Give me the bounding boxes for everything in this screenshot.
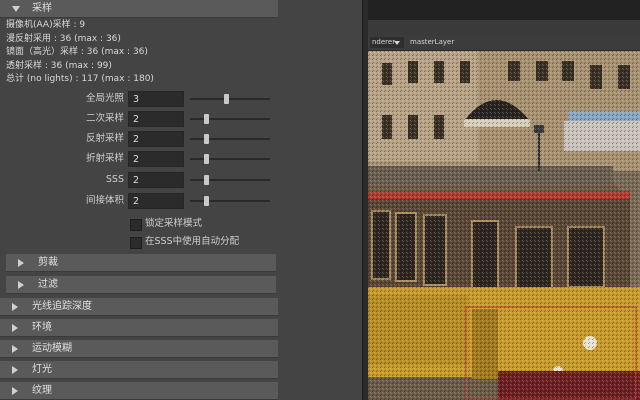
chevron-right-icon — [12, 387, 18, 395]
section-motion-blur[interactable]: 运动模糊 — [0, 340, 278, 358]
section-texture[interactable]: 纹理 — [0, 382, 278, 400]
rendered-image — [368, 51, 640, 400]
section-motion-blur-label: 运动模糊 — [32, 343, 72, 354]
viewport-toolbar: nderer masterLayer — [368, 36, 640, 51]
section-filter-label: 过滤 — [38, 279, 58, 290]
sss-samples-slider[interactable] — [190, 179, 270, 181]
chevron-right-icon — [12, 303, 18, 311]
secondary-samples-input[interactable]: 2 — [128, 111, 184, 127]
sss-label: SSS — [105, 174, 124, 185]
tram-scene-render — [368, 51, 640, 400]
stat-total: 总计 (no lights) : 117 (max : 180) — [6, 74, 154, 84]
section-environment[interactable]: 环境 — [0, 319, 278, 337]
chevron-right-icon — [12, 345, 18, 353]
chevron-right-icon — [18, 281, 24, 289]
sss-auto-label: 在SSS中使用自动分配 — [145, 236, 240, 247]
section-lights-label: 灯光 — [32, 364, 52, 375]
indirect-volume-samples-slider[interactable] — [190, 200, 270, 202]
section-raytrace-depth-label: 光线追踪深度 — [32, 301, 92, 312]
chevron-right-icon — [12, 366, 18, 374]
gi-slider-thumb[interactable] — [224, 94, 229, 104]
chevron-down-icon — [394, 41, 400, 45]
chevron-down-icon — [12, 6, 20, 12]
gi-label: 全局光照 — [85, 93, 124, 104]
indirect-volume-label: 间接体积 — [85, 195, 124, 206]
viewport-top-strip — [368, 0, 640, 20]
section-texture-label: 纹理 — [32, 385, 52, 396]
refraction-samples-input[interactable]: 2 — [128, 151, 184, 167]
stat-camera-aa: 摄像机(AA)采样 : 9 — [6, 20, 86, 30]
secondary-label: 二次采样 — [85, 113, 124, 124]
section-environment-label: 环境 — [32, 322, 52, 333]
section-sampling[interactable]: 采样 — [0, 0, 278, 18]
indirect-volume-slider-thumb[interactable] — [204, 196, 209, 206]
section-clipping-label: 剪裁 — [38, 257, 58, 268]
render-settings-panel: 采样 摄像机(AA)采样 : 9 漫反射采用 : 36 (max : 36) 镜… — [0, 0, 362, 400]
section-sampling-label: 采样 — [32, 3, 52, 14]
sss-auto-checkbox[interactable] — [130, 237, 142, 249]
section-clipping[interactable]: 剪裁 — [6, 254, 276, 272]
stat-transmission: 透射采样 : 36 (max : 99) — [6, 61, 112, 71]
secondary-slider-thumb[interactable] — [204, 114, 209, 124]
refraction-label: 折射采样 — [85, 153, 124, 164]
reflection-label: 反射采样 — [85, 133, 124, 144]
sss-slider-thumb[interactable] — [204, 175, 209, 185]
chevron-right-icon — [12, 324, 18, 332]
secondary-samples-slider[interactable] — [190, 118, 270, 120]
chevron-right-icon — [18, 259, 24, 267]
reflection-slider-thumb[interactable] — [204, 134, 209, 144]
reflection-samples-slider[interactable] — [190, 138, 270, 140]
section-lights[interactable]: 灯光 — [0, 361, 278, 379]
stat-diffuse: 漫反射采用 : 36 (max : 36) — [6, 34, 121, 44]
lock-sampling-checkbox[interactable] — [130, 219, 142, 231]
render-viewport: nderer masterLayer — [368, 0, 640, 400]
reflection-samples-input[interactable]: 2 — [128, 131, 184, 147]
stat-specular: 镜面（高光）采样 : 36 (max : 36) — [6, 47, 148, 57]
refraction-slider-thumb[interactable] — [204, 154, 209, 164]
gi-samples-slider[interactable] — [190, 98, 270, 100]
lock-sampling-label: 锁定采样模式 — [145, 218, 203, 229]
section-filter[interactable]: 过滤 — [6, 276, 276, 294]
refraction-samples-slider[interactable] — [190, 158, 270, 160]
indirect-volume-samples-input[interactable]: 2 — [128, 193, 184, 209]
render-layer-label: masterLayer — [410, 38, 455, 46]
sss-samples-input[interactable]: 2 — [128, 172, 184, 188]
section-raytrace-depth[interactable]: 光线追踪深度 — [0, 298, 278, 316]
gi-samples-input[interactable]: 3 — [128, 91, 184, 107]
